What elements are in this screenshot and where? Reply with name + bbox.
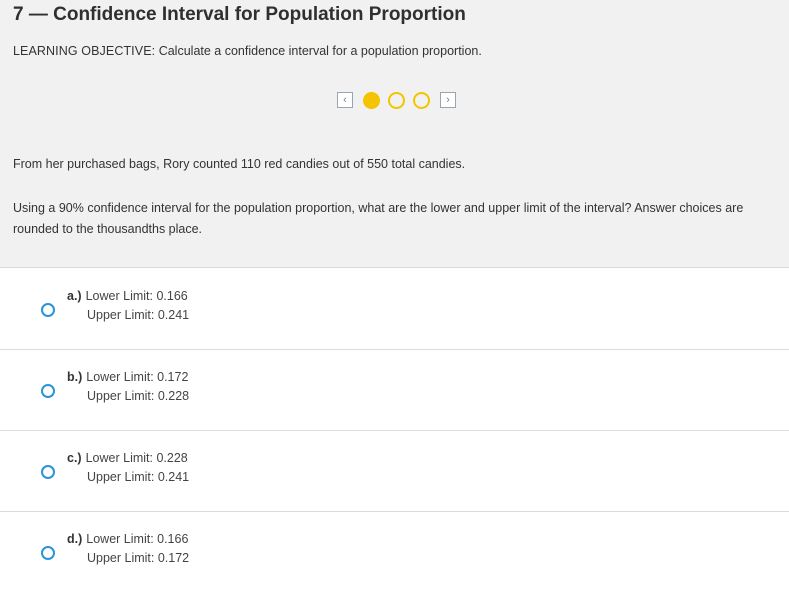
choice-text: c.) Lower Limit: 0.228 Upper Limit: 0.241 <box>67 449 189 487</box>
question-pager: ‹ › <box>337 89 456 111</box>
choice-letter: a.) <box>67 289 82 303</box>
answer-choice-b[interactable]: b.) Lower Limit: 0.172 Upper Limit: 0.228 <box>0 350 789 431</box>
answer-choices: a.) Lower Limit: 0.166 Upper Limit: 0.241… <box>0 269 789 593</box>
choice-letter: b.) <box>67 370 83 384</box>
pager-dot-2[interactable] <box>388 91 405 109</box>
learning-objective: LEARNING OBJECTIVE: Calculate a confiden… <box>13 44 482 58</box>
choice-text: a.) Lower Limit: 0.166 Upper Limit: 0.241 <box>67 287 189 325</box>
learning-objective-text: Calculate a confidence interval for a po… <box>158 44 482 58</box>
choice-upper-limit: Upper Limit: 0.241 <box>87 308 190 322</box>
choice-text: b.) Lower Limit: 0.172 Upper Limit: 0.228 <box>67 368 189 406</box>
choice-lower-limit: Lower Limit: 0.228 <box>85 451 188 465</box>
pager-dot-3[interactable] <box>413 91 430 109</box>
choice-upper-limit: Upper Limit: 0.228 <box>87 389 190 403</box>
choice-lower-limit: Lower Limit: 0.166 <box>85 289 188 303</box>
choice-upper-limit: Upper Limit: 0.172 <box>87 551 190 565</box>
choice-letter: d.) <box>67 532 83 546</box>
choice-lower-limit: Lower Limit: 0.166 <box>86 532 189 546</box>
choice-lower-limit: Lower Limit: 0.172 <box>86 370 189 384</box>
answer-choice-a[interactable]: a.) Lower Limit: 0.166 Upper Limit: 0.241 <box>0 269 789 350</box>
problem-statement: From her purchased bags, Rory counted 11… <box>13 157 466 171</box>
radio-button[interactable] <box>41 303 55 317</box>
question-text: Using a 90% confidence interval for the … <box>13 201 744 236</box>
radio-button[interactable] <box>41 465 55 479</box>
choice-text: d.) Lower Limit: 0.166 Upper Limit: 0.172 <box>67 530 189 568</box>
chevron-left-icon[interactable]: ‹ <box>337 92 353 108</box>
radio-button[interactable] <box>41 384 55 398</box>
radio-button[interactable] <box>41 546 55 560</box>
answer-choice-c[interactable]: c.) Lower Limit: 0.228 Upper Limit: 0.241 <box>0 431 789 512</box>
question-header-panel: 7 — Confidence Interval for Population P… <box>0 0 789 268</box>
page-title: 7 — Confidence Interval for Population P… <box>13 4 466 25</box>
choice-upper-limit: Upper Limit: 0.241 <box>87 470 190 484</box>
answer-choice-d[interactable]: d.) Lower Limit: 0.166 Upper Limit: 0.172 <box>0 512 789 593</box>
pager-dot-1[interactable] <box>363 91 380 109</box>
learning-objective-label: LEARNING OBJECTIVE: <box>13 44 156 58</box>
choice-letter: c.) <box>67 451 82 465</box>
chevron-right-icon[interactable]: › <box>440 92 456 108</box>
